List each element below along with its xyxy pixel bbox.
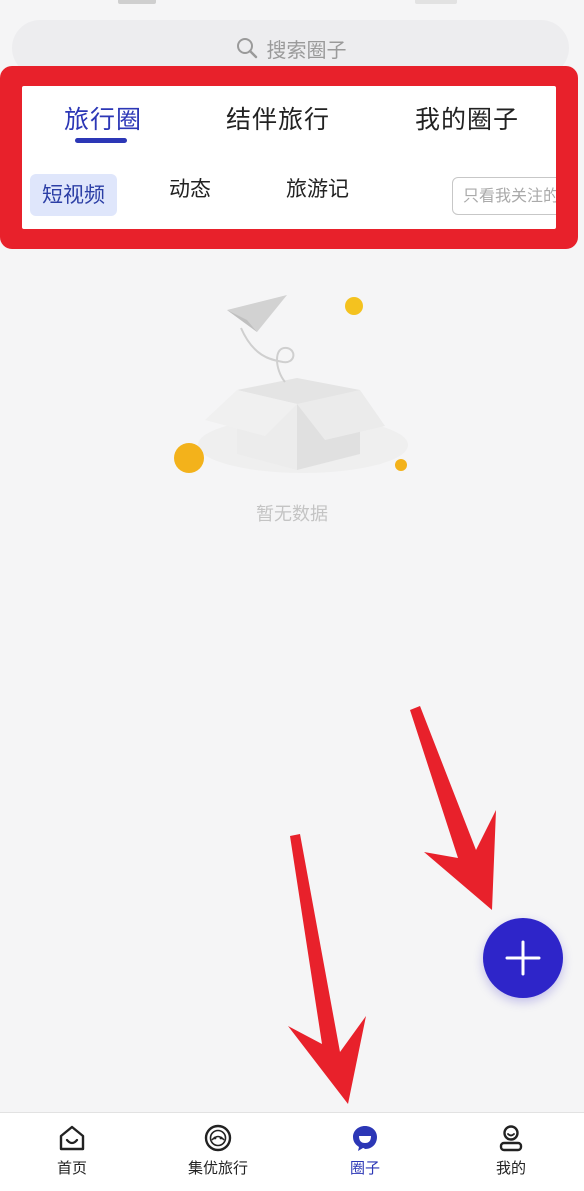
tab-my-circles[interactable]: 我的圈子 <box>415 100 519 136</box>
travel-logo-icon <box>204 1124 232 1152</box>
tabs-highlight-frame: 旅行圈 结伴旅行 我的圈子 短视频 动态 旅游记 只看我关注的 <box>0 66 578 249</box>
nav-label: 首页 <box>56 1159 87 1177</box>
tabs-panel: 旅行圈 结伴旅行 我的圈子 短视频 动态 旅游记 只看我关注的 <box>22 86 556 229</box>
annotation-arrow <box>288 834 366 1104</box>
main-tabs: 旅行圈 结伴旅行 我的圈子 <box>22 86 556 156</box>
subtab-travelogue[interactable]: 旅游记 <box>286 174 349 204</box>
app-screen: 搜索圈子 旅行圈 结伴旅行 我的圈子 短视频 动态 旅游记 只看我关注的 暂无数… <box>0 0 584 1191</box>
profile-icon <box>499 1125 523 1152</box>
nav-travel[interactable]: 集优旅行 <box>158 1123 278 1178</box>
subtab-short-video[interactable]: 短视频 <box>30 174 117 216</box>
status-bar-fragment <box>118 0 156 4</box>
search-icon <box>236 38 257 59</box>
circle-chat-icon <box>353 1126 377 1151</box>
bottom-nav: 首页 集优旅行 圈子 我的 <box>0 1112 584 1191</box>
nav-mine[interactable]: 我的 <box>451 1123 571 1178</box>
search-placeholder: 搜索圈子 <box>266 37 347 62</box>
add-post-button[interactable] <box>483 918 563 998</box>
empty-box-illustration <box>174 295 408 473</box>
nav-home[interactable]: 首页 <box>12 1123 132 1178</box>
followed-only-filter[interactable]: 只看我关注的 <box>452 177 556 215</box>
tab-travel-together[interactable]: 结伴旅行 <box>226 100 330 136</box>
empty-state-text: 暂无数据 <box>256 504 328 525</box>
nav-circle[interactable]: 圈子 <box>305 1123 425 1178</box>
nav-label: 集优旅行 <box>187 1159 248 1177</box>
nav-label: 圈子 <box>349 1159 380 1177</box>
subtab-posts[interactable]: 动态 <box>169 174 211 204</box>
annotation-arrow <box>410 706 496 910</box>
nav-label: 我的 <box>495 1159 526 1177</box>
plus-icon <box>505 940 541 976</box>
status-bar-fragment <box>415 0 457 4</box>
home-icon <box>59 1125 85 1151</box>
sub-tabs: 短视频 动态 旅游记 只看我关注的 <box>22 166 556 216</box>
tab-travel-circle[interactable]: 旅行圈 <box>64 100 142 136</box>
active-tab-indicator <box>75 138 127 143</box>
